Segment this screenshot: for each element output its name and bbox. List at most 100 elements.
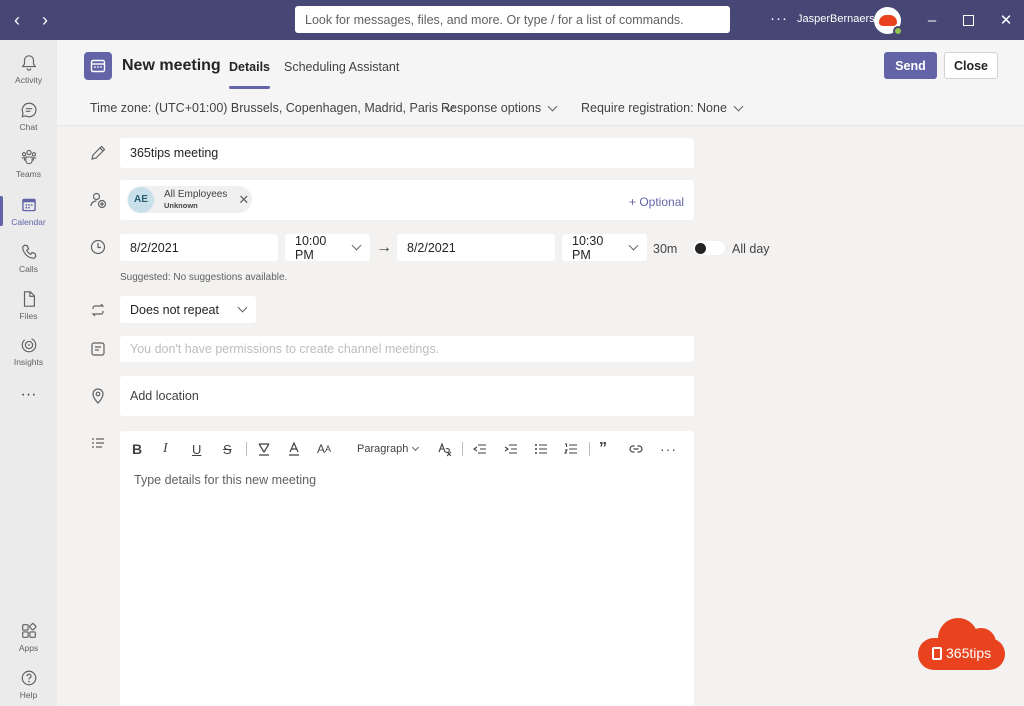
duration-label: 30m (653, 242, 678, 256)
send-button[interactable]: Send (884, 52, 937, 79)
toolbar-divider (589, 442, 590, 456)
pencil-icon (91, 145, 106, 160)
brand-logo: 365tips (918, 618, 1005, 670)
repeat-dropdown[interactable]: Does not repeat (120, 296, 256, 323)
response-options-dropdown[interactable]: Response options (441, 101, 558, 115)
rail-item-more[interactable]: ··· (0, 372, 57, 418)
close-button[interactable]: Close (944, 52, 998, 79)
remove-attendee-icon[interactable]: ✕ (238, 192, 249, 208)
page-title: New meeting (122, 57, 221, 74)
rail-item-files[interactable]: Files (0, 282, 57, 328)
underline-icon[interactable]: U (192, 440, 201, 458)
maximize-icon[interactable] (950, 0, 986, 40)
increase-indent-icon[interactable] (503, 440, 519, 458)
cloud-logo-icon (878, 15, 897, 26)
highlight-icon[interactable] (256, 440, 272, 458)
close-window-icon[interactable]: ✕ (988, 0, 1024, 40)
toggle-knob (695, 243, 706, 254)
response-options-label: Response options (441, 101, 542, 115)
more-options-icon[interactable]: ··· (770, 10, 788, 27)
channel-input: You don't have permissions to create cha… (120, 336, 694, 362)
rail-item-activity[interactable]: Activity (0, 46, 57, 92)
timezone-dropdown[interactable]: Time zone: (UTC+01:00) Brussels, Copenha… (90, 101, 455, 115)
chevron-down-icon (351, 240, 362, 251)
decrease-indent-icon[interactable] (472, 440, 488, 458)
teams-icon (21, 149, 36, 164)
registration-label: Require registration: None (581, 101, 727, 115)
search-box[interactable]: Look for messages, files, and more. Or t… (295, 6, 730, 33)
title-bar: ‹ › Look for messages, files, and more. … (0, 0, 1024, 40)
rail-label: Files (19, 310, 38, 321)
meeting-header: New meeting Details Scheduling Assistant… (57, 40, 1024, 126)
timezone-label: Time zone: (UTC+01:00) Brussels, Copenha… (90, 101, 438, 115)
meeting-details-editor[interactable]: B I U S AA Paragraph ” ··· Type details … (120, 431, 694, 706)
quote-icon[interactable]: ” (599, 440, 607, 458)
end-time-value: 10:30 PM (572, 233, 604, 262)
bulleted-list-icon[interactable] (533, 440, 549, 458)
chevron-down-icon (547, 101, 558, 111)
repeat-value: Does not repeat (130, 302, 219, 317)
numbered-list-icon[interactable] (563, 440, 579, 458)
strikethrough-icon[interactable]: S (223, 440, 232, 458)
attendee-chip[interactable]: AE All Employees Unknown ✕ (127, 186, 252, 213)
paragraph-label: Paragraph (357, 443, 409, 455)
minimize-icon[interactable]: – (914, 0, 950, 40)
meeting-title-input[interactable]: 365tips meeting (120, 138, 694, 168)
channel-placeholder: You don't have permissions to create cha… (130, 342, 440, 356)
rail-label: Chat (19, 121, 38, 132)
all-day-label: All day (732, 242, 770, 256)
optional-attendees-link[interactable]: + Optional (629, 195, 684, 209)
editor-placeholder: Type details for this new meeting (134, 473, 317, 487)
start-date-value: 8/2/2021 (130, 240, 179, 255)
location-input[interactable]: Add location (120, 376, 694, 416)
toolbar-divider (462, 442, 463, 456)
rail-item-teams[interactable]: Teams (0, 140, 57, 186)
chat-icon (20, 102, 37, 118)
font-size-icon[interactable]: AA (317, 440, 331, 458)
presence-available-icon (893, 26, 903, 36)
tab-details[interactable]: Details (229, 60, 270, 89)
chevron-down-icon (628, 240, 639, 251)
rail-label: Teams (15, 168, 42, 179)
rail-label: Activity (15, 74, 42, 85)
clear-formatting-icon[interactable] (437, 440, 453, 458)
more-icon: ··· (20, 386, 37, 403)
more-formatting-icon[interactable]: ··· (660, 440, 677, 458)
start-date-picker[interactable]: 8/2/2021 (120, 234, 278, 261)
back-arrow-icon[interactable]: ‹ (10, 11, 24, 29)
rail-item-calls[interactable]: Calls (0, 235, 57, 281)
toolbar-divider (246, 442, 247, 456)
rail-item-help[interactable]: Help (0, 661, 57, 706)
link-icon[interactable] (628, 440, 644, 458)
all-day-toggle[interactable] (692, 240, 726, 256)
font-color-icon[interactable] (286, 440, 302, 458)
user-name: JasperBernaers (797, 13, 875, 25)
rail-item-calendar[interactable]: Calendar (0, 188, 57, 234)
brand-text: 365tips (946, 645, 992, 661)
rail-item-insights[interactable]: Insights (0, 328, 57, 374)
calendar-icon (21, 198, 36, 211)
paragraph-dropdown[interactable]: Paragraph (357, 440, 420, 458)
attendee-info: All Employees Unknown (164, 189, 227, 211)
end-date-picker[interactable]: 8/2/2021 (397, 234, 555, 261)
rail-item-apps[interactable]: Apps (0, 614, 57, 660)
arrow-right-icon: → (376, 239, 392, 256)
rail-label: Insights (13, 356, 44, 367)
start-time-value: 10:00 PM (295, 233, 327, 262)
forward-arrow-icon[interactable]: › (38, 11, 52, 29)
location-placeholder: Add location (130, 389, 199, 403)
rail-item-chat[interactable]: Chat (0, 93, 57, 139)
end-time-dropdown[interactable]: 10:30 PM (562, 233, 647, 262)
registration-dropdown[interactable]: Require registration: None (581, 101, 744, 115)
file-icon (23, 290, 35, 307)
channel-icon (91, 342, 105, 356)
italic-icon[interactable]: I (163, 440, 168, 458)
end-date-value: 8/2/2021 (407, 240, 456, 255)
chevron-down-icon (237, 302, 248, 313)
avatar[interactable] (874, 7, 903, 36)
start-time-dropdown[interactable]: 10:00 PM (285, 233, 370, 262)
rail-label: Calls (19, 263, 38, 274)
tab-scheduling-assistant[interactable]: Scheduling Assistant (284, 60, 399, 74)
office-logo-icon (932, 646, 942, 660)
bold-icon[interactable]: B (132, 440, 142, 458)
